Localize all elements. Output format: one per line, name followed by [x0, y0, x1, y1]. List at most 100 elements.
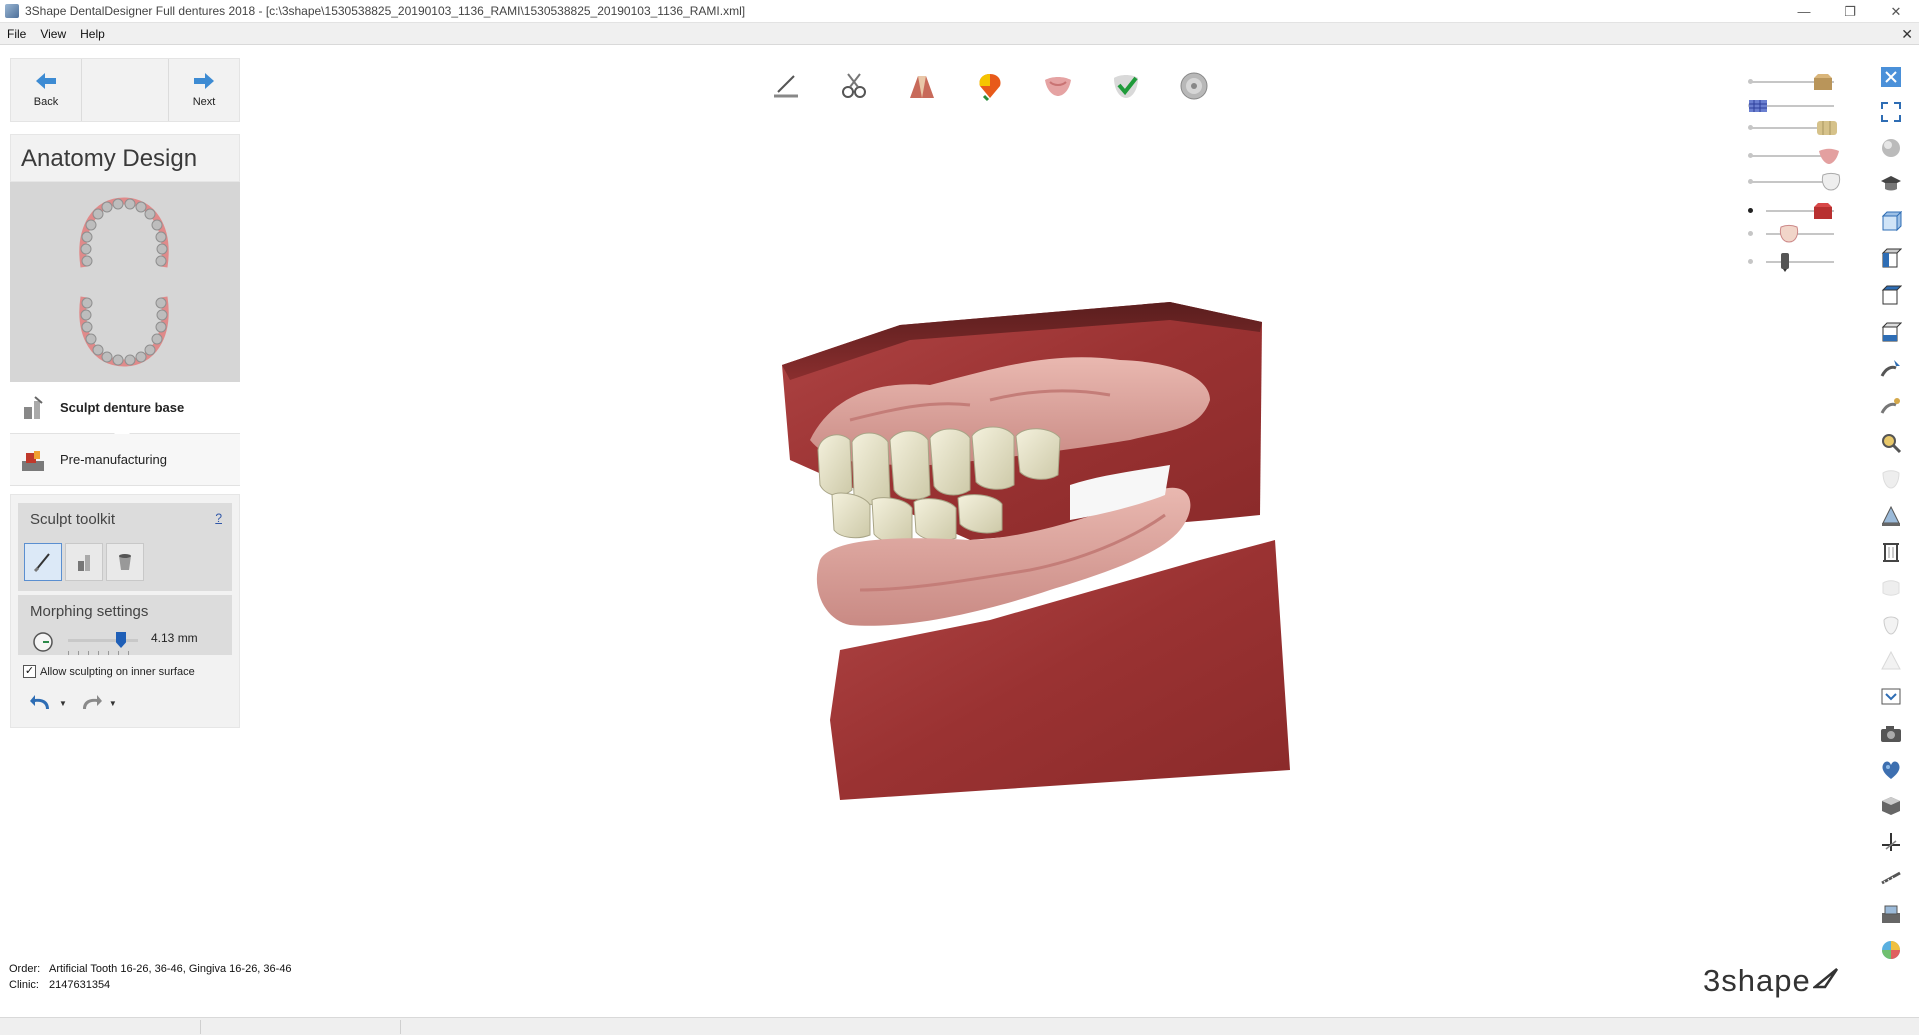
- lower-teeth-thumb-icon[interactable]: [1820, 172, 1842, 192]
- lower-model-thumb-icon[interactable]: [1812, 201, 1834, 221]
- graduation-cap-button[interactable]: [1878, 171, 1904, 197]
- check-tool-button[interactable]: [1092, 66, 1160, 106]
- view-front-button[interactable]: [1878, 209, 1904, 235]
- knife-tool-button[interactable]: [24, 543, 62, 581]
- gingiva-tool-button[interactable]: [1024, 66, 1092, 106]
- substep-sculpt-denture-base[interactable]: Sculpt denture base: [10, 382, 240, 434]
- allow-inner-surface-checkbox[interactable]: ✓ Allow sculpting on inner surface: [23, 665, 195, 678]
- checkbox-label: Allow sculpting on inner surface: [40, 665, 195, 678]
- view-left-button[interactable]: [1878, 246, 1904, 272]
- upper-teeth-slider[interactable]: [1748, 118, 1837, 138]
- sculpt-pointer-button[interactable]: [1878, 356, 1904, 382]
- magnifier-icon: [1882, 434, 1902, 454]
- teeth-tool-icon: [910, 76, 934, 98]
- close-icon[interactable]: ✕: [1873, 0, 1919, 23]
- screen-button[interactable]: [1878, 684, 1904, 710]
- next-label: Next: [192, 96, 216, 108]
- menu-file[interactable]: File: [0, 27, 33, 41]
- morphing-slider-track[interactable]: [68, 639, 138, 642]
- lower-gingiva-slider[interactable]: [1748, 224, 1834, 244]
- help-link[interactable]: ?: [215, 511, 222, 525]
- upper-gingiva-thumb-icon[interactable]: [1818, 146, 1840, 166]
- sphere-button[interactable]: [1878, 135, 1904, 161]
- undo-dropdown-icon[interactable]: ▼: [59, 699, 67, 708]
- color-tool-icon: [979, 74, 1001, 102]
- upper-scan-slider[interactable]: [1748, 96, 1834, 116]
- upper-model-thumb-icon[interactable]: [1812, 72, 1834, 92]
- redo-dropdown-icon[interactable]: ▼: [109, 699, 117, 708]
- restore-icon[interactable]: ❐: [1827, 0, 1873, 23]
- denture-model-render: [782, 302, 1290, 800]
- antagonist-slider[interactable]: [1748, 252, 1834, 272]
- measure-button[interactable]: [1878, 865, 1904, 891]
- lower-model-slider[interactable]: [1748, 201, 1834, 221]
- shape-faded-button[interactable]: [1878, 575, 1904, 601]
- axis-icon: [1882, 833, 1900, 851]
- arrow-right-icon: [194, 73, 214, 89]
- cup-tool-button[interactable]: [106, 543, 144, 581]
- camera-button[interactable]: [1878, 721, 1904, 747]
- upper-scan-thumb-icon[interactable]: [1747, 96, 1769, 116]
- clip-tool-button[interactable]: [820, 66, 888, 106]
- disc-tool-icon: [1180, 72, 1208, 100]
- lower-gingiva-thumb-icon[interactable]: [1778, 224, 1800, 244]
- back-button[interactable]: Back: [11, 59, 81, 121]
- grid-tool-button[interactable]: [1878, 539, 1904, 565]
- substep-pre-manufacturing[interactable]: Pre-manufacturing: [10, 434, 240, 486]
- 3d-viewport[interactable]: [770, 290, 1300, 815]
- view-right-button[interactable]: [1878, 283, 1904, 309]
- scanner-button[interactable]: [1878, 901, 1904, 927]
- graduation-cap-icon: [1881, 176, 1901, 191]
- pre-manufacturing-icon: [22, 450, 44, 471]
- undo-icon[interactable]: [29, 693, 53, 713]
- upper-teeth-thumb-icon[interactable]: [1816, 118, 1838, 138]
- antagonist-thumb-icon[interactable]: [1774, 252, 1796, 272]
- close-view-button[interactable]: [1878, 64, 1904, 90]
- sculpt-toolkit-panel: Sculpt toolkit ? Morphing settings 4.13 …: [10, 494, 240, 728]
- tooth-outline-button[interactable]: [1878, 612, 1904, 638]
- wax-tool-button[interactable]: [65, 543, 103, 581]
- view-front-icon: [1881, 211, 1902, 232]
- close-document-icon[interactable]: ✕: [1901, 26, 1913, 43]
- dental-arch-icon: [79, 197, 169, 367]
- color-wheel-button[interactable]: [1878, 937, 1904, 963]
- warning-faded-icon: [1881, 650, 1901, 670]
- upper-model-slider[interactable]: [1748, 72, 1834, 92]
- order-value: Artificial Tooth 16-26, 36-46, Gingiva 1…: [49, 963, 292, 975]
- view-right-icon: [1881, 285, 1902, 305]
- minimize-icon[interactable]: —: [1781, 0, 1827, 23]
- view-bottom-button[interactable]: [1878, 320, 1904, 346]
- lower-teeth-slider[interactable]: [1748, 172, 1841, 192]
- app-icon: [5, 4, 19, 18]
- undo-redo-group: ▼ ▼: [29, 693, 129, 713]
- window-title: 3Shape DentalDesigner Full dentures 2018…: [25, 4, 746, 18]
- heart-map-button[interactable]: [1878, 757, 1904, 783]
- tooth-outline-icon: [1883, 616, 1899, 635]
- axis-button[interactable]: [1878, 829, 1904, 855]
- redo-icon[interactable]: [79, 693, 103, 713]
- tooth-faded-button[interactable]: [1878, 466, 1904, 492]
- menu-help[interactable]: Help: [73, 27, 112, 41]
- cube-button[interactable]: [1878, 793, 1904, 819]
- knife-tool-icon: [33, 553, 50, 573]
- morphing-slider-thumb[interactable]: [116, 632, 126, 648]
- warning-faded-button[interactable]: [1878, 648, 1904, 674]
- sculpt-brush-button[interactable]: [1878, 393, 1904, 419]
- next-button[interactable]: Next: [169, 59, 239, 121]
- color-tool-button[interactable]: [956, 66, 1024, 106]
- measure-icon: [1881, 871, 1901, 885]
- fullscreen-button[interactable]: [1878, 99, 1904, 125]
- cone-button[interactable]: [1878, 503, 1904, 529]
- heart-map-icon: [1882, 761, 1900, 779]
- set-tool-button[interactable]: [752, 66, 820, 106]
- wizard-navigation: Back Next: [10, 58, 240, 122]
- checkbox-box[interactable]: ✓: [23, 665, 36, 678]
- sphere-icon: [1882, 139, 1900, 157]
- tooth-chart[interactable]: [10, 182, 240, 382]
- magnifier-button[interactable]: [1878, 430, 1904, 456]
- nav-separator: [81, 59, 169, 121]
- menu-view[interactable]: View: [33, 27, 73, 41]
- teeth-tool-button[interactable]: [888, 66, 956, 106]
- disc-tool-button[interactable]: [1160, 66, 1228, 106]
- upper-gingiva-slider[interactable]: [1748, 146, 1839, 166]
